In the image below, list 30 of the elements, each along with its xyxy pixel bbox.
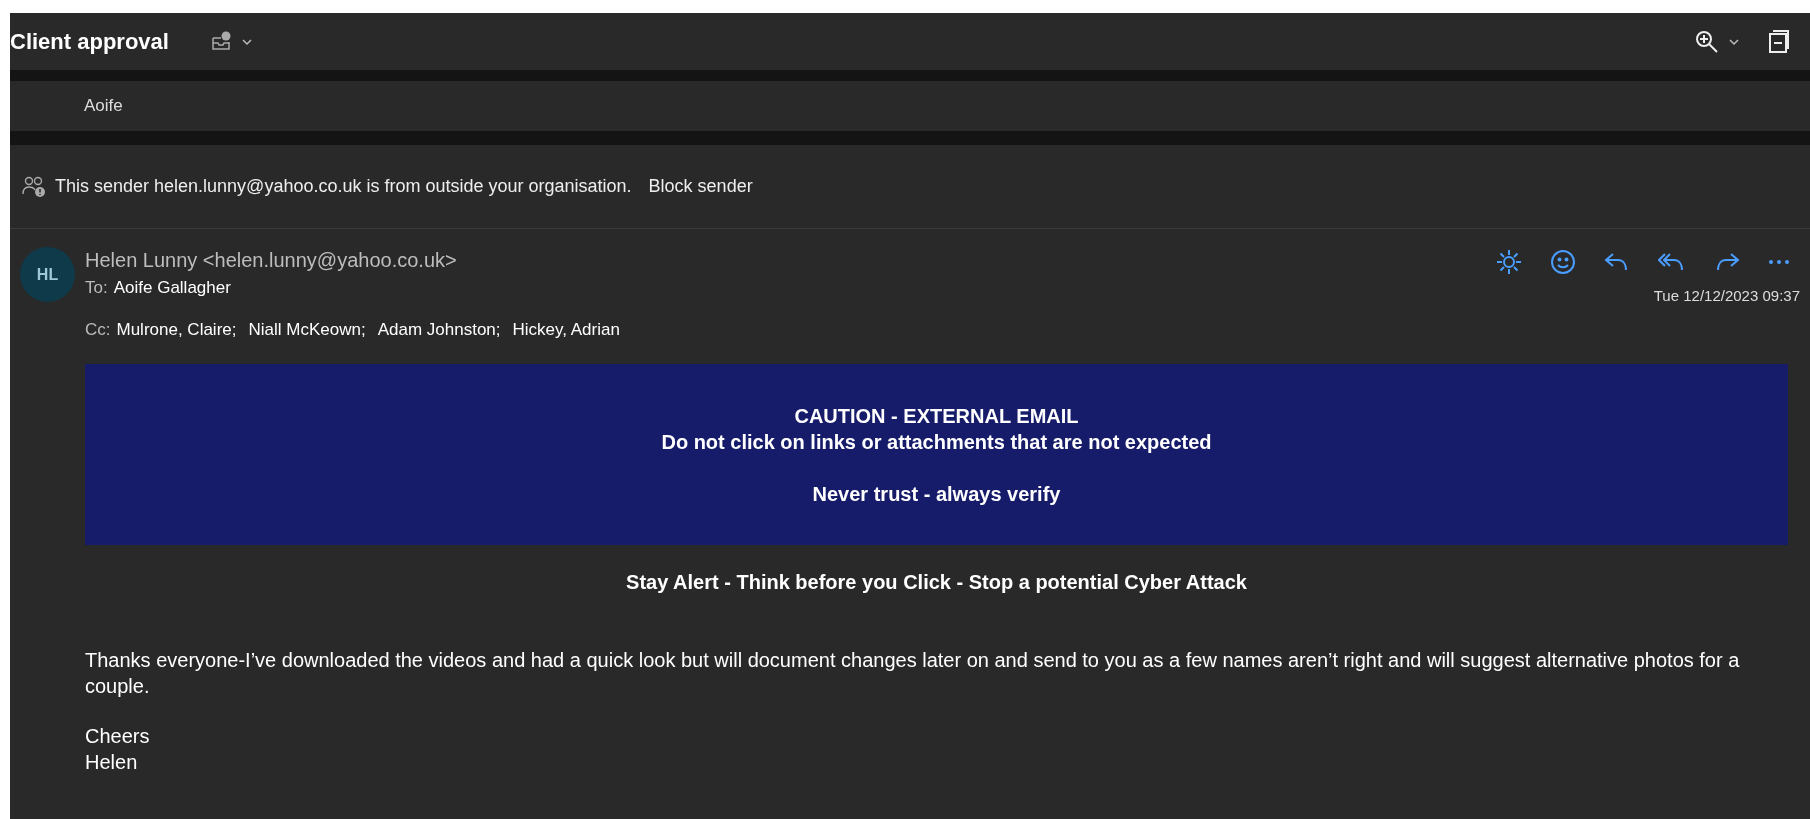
- reply-all-icon[interactable]: [1658, 251, 1686, 273]
- forward-icon[interactable]: [1714, 251, 1740, 273]
- recipient-name[interactable]: Aoife Gallagher: [113, 275, 231, 301]
- to-label: To:: [85, 277, 108, 299]
- body-paragraph: Cheers Helen: [85, 724, 151, 775]
- recipient-name[interactable]: Niall McKeown;: [248, 316, 366, 342]
- recipient-name[interactable]: Mulrone, Claire;: [116, 316, 237, 342]
- window-icon[interactable]: [1768, 29, 1790, 54]
- people-warning-icon: [22, 175, 46, 198]
- zoom-button[interactable]: [1694, 28, 1740, 55]
- external-sender-notice: This sender helen.lunny@yahoo.co.uk is from outside your organisation.: [55, 175, 632, 198]
- zoom-in-icon: [1694, 28, 1720, 55]
- sender-name: Helen Lunny <helen.lunny@yahoo.co.uk>: [85, 248, 458, 273]
- banner-text: Do not click on links or attachments that are not expected: [661, 429, 1212, 455]
- avatar: HL: [20, 247, 75, 302]
- banner-text: Never trust - always verify: [812, 481, 1061, 507]
- recipient-name[interactable]: Hickey, Adrian: [512, 316, 620, 342]
- alert-text: Stay Alert - Think before you Click - Stop a potential Cyber Attack: [626, 570, 1247, 595]
- banner-title: CAUTION - EXTERNAL EMAIL: [794, 403, 1079, 429]
- block-sender-link[interactable]: Block sender: [648, 173, 753, 200]
- recipient-name[interactable]: Adam Johnston;: [377, 316, 501, 342]
- signature-text: Aoife: [84, 95, 123, 118]
- sun-icon[interactable]: [1496, 249, 1522, 275]
- smiley-icon[interactable]: [1550, 249, 1576, 275]
- more-icon[interactable]: [1768, 259, 1790, 265]
- message-date: Tue 12/12/2023 09:37: [1653, 286, 1800, 306]
- body-paragraph: Thanks everyone-I’ve downloaded the videos and had a quick look but will document changes later on and send to you as a few names aren’t right and will suggest alternative photos for a couple.: [85, 648, 1741, 699]
- reply-icon[interactable]: [1604, 251, 1630, 273]
- window-title: Client approval: [10, 28, 169, 56]
- cc-label: Cc:: [85, 318, 111, 341]
